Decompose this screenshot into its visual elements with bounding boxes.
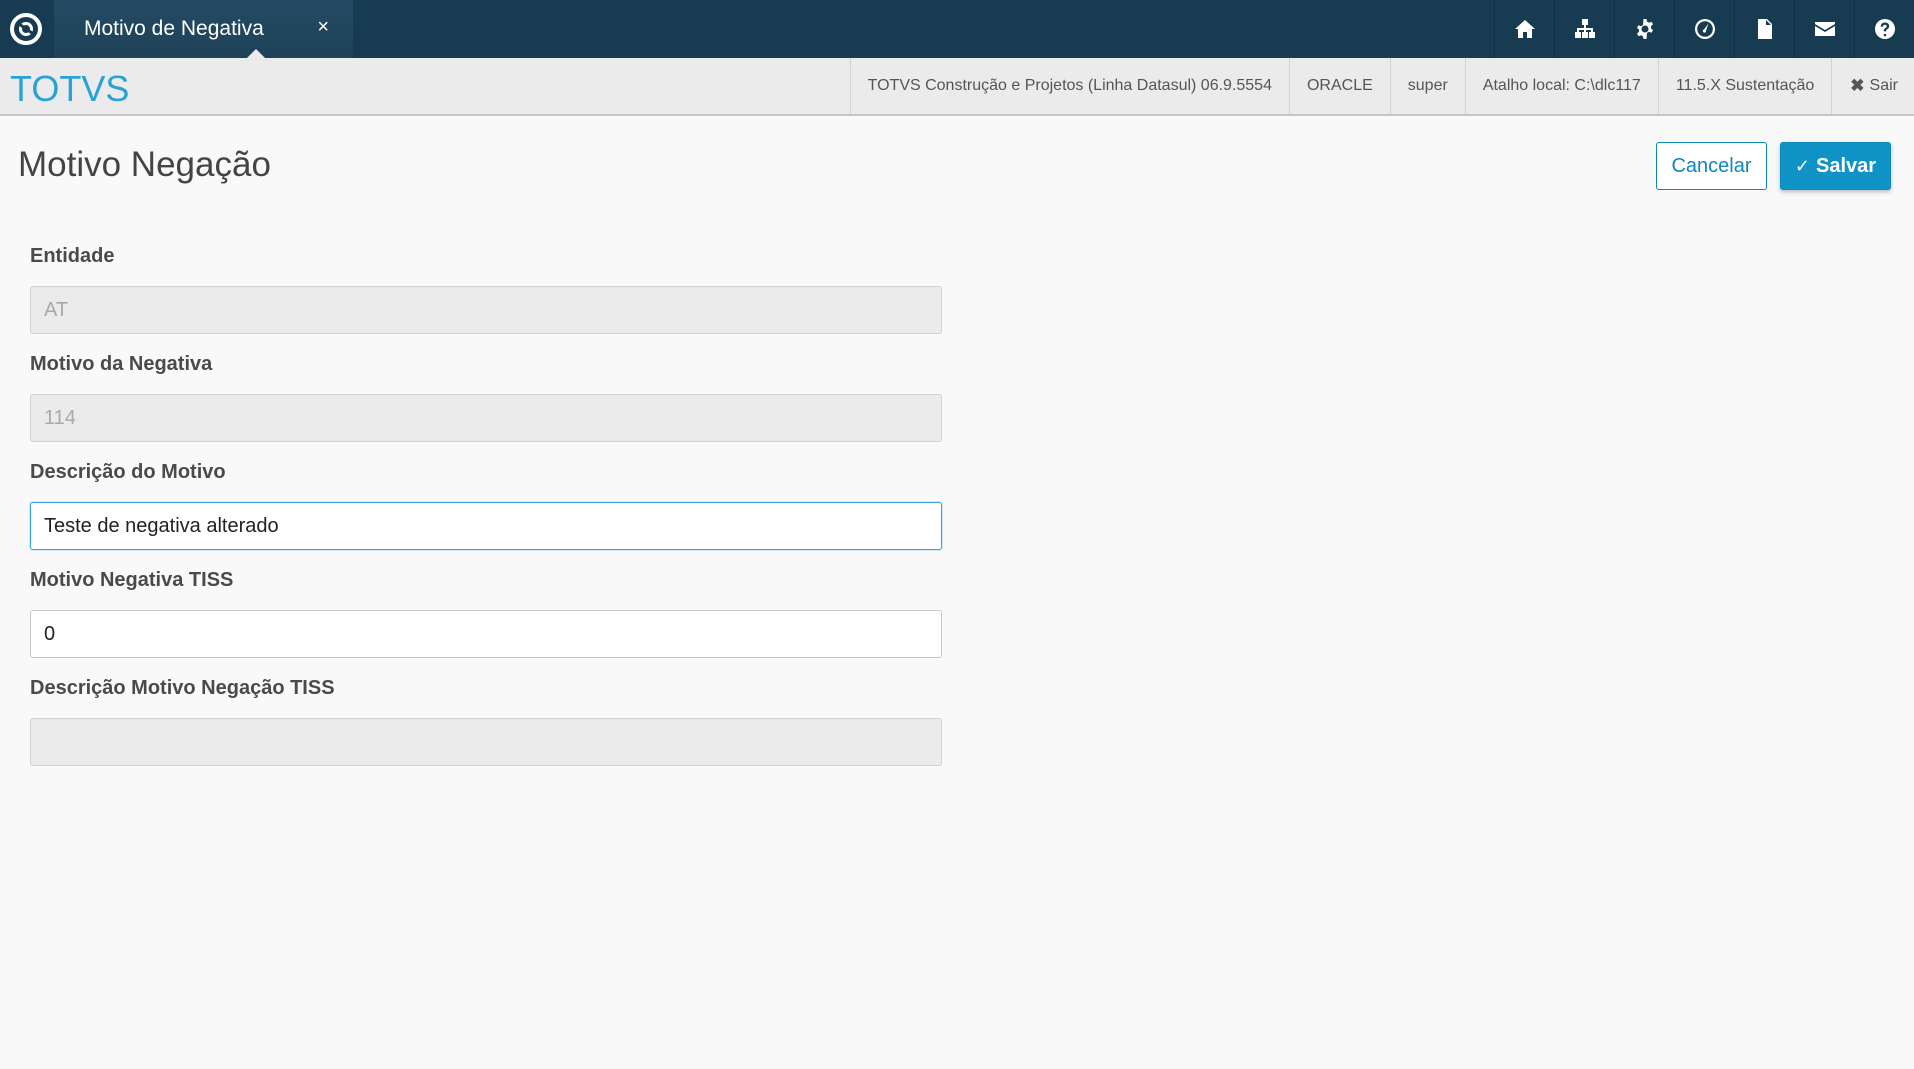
exit-label: Sair: [1869, 77, 1898, 94]
settings-button[interactable]: [1614, 0, 1674, 58]
motivo-negativa-label: Motivo da Negativa: [30, 353, 213, 375]
descricao-motivo-label: Descrição do Motivo: [30, 461, 226, 483]
totvs-logo-icon: [10, 13, 42, 45]
save-button[interactable]: ✓ Salvar: [1780, 142, 1891, 190]
user-info: super: [1389, 58, 1465, 114]
home-icon: [1514, 20, 1535, 38]
version-info: 11.5.X Sustentação: [1657, 58, 1831, 114]
sitemap-icon: [1574, 19, 1595, 38]
documents-button[interactable]: [1734, 0, 1794, 58]
page-title: Motivo Negação: [18, 145, 271, 184]
gear-icon: [1636, 19, 1653, 39]
check-icon: ✓: [1794, 155, 1811, 176]
tab-active-caret: [247, 49, 265, 58]
help-icon: [1874, 19, 1895, 39]
home-button[interactable]: [1494, 0, 1554, 58]
entidade-label: Entidade: [30, 245, 115, 267]
toolbar-icons: [1494, 0, 1914, 58]
descricao-motivo-field[interactable]: [30, 502, 942, 550]
motivo-negativa-tiss-field[interactable]: [30, 610, 942, 658]
speedometer-icon: [1694, 19, 1715, 39]
entidade-field: [30, 286, 942, 334]
info-bar: TOTVS TOTVS Construção e Projetos (Linha…: [0, 58, 1914, 116]
tab-motivo-de-negativa[interactable]: Motivo de Negativa ×: [54, 0, 353, 58]
session-info: TOTVS Construção e Projetos (Linha Datas…: [849, 58, 1914, 114]
motivo-negativa-field: [30, 394, 942, 442]
database-info: ORACLE: [1288, 58, 1390, 114]
totvs-logo-menu-button[interactable]: [0, 0, 52, 58]
exit-button[interactable]: ✖ Sair: [1831, 58, 1914, 114]
product-info: TOTVS Construção e Projetos (Linha Datas…: [849, 58, 1289, 114]
tab-label: Motivo de Negativa: [84, 17, 264, 40]
top-navigation-bar: Motivo de Negativa ×: [0, 0, 1914, 58]
messages-button[interactable]: [1794, 0, 1854, 58]
mail-icon: [1814, 22, 1835, 36]
dashboard-button[interactable]: [1674, 0, 1734, 58]
document-icon: [1757, 19, 1772, 39]
descricao-motivo-tiss-field: [30, 718, 942, 766]
cancel-button[interactable]: Cancelar: [1656, 142, 1767, 190]
help-button[interactable]: [1854, 0, 1914, 58]
motivo-negativa-tiss-label: Motivo Negativa TISS: [30, 569, 234, 591]
close-icon: ✖: [1850, 76, 1865, 95]
save-button-label: Salvar: [1816, 154, 1877, 177]
shortcut-info: Atalho local: C:\dlc117: [1464, 58, 1658, 114]
sitemap-button[interactable]: [1554, 0, 1614, 58]
tab-close-button[interactable]: ×: [317, 16, 329, 38]
brand-logo-text: TOTVS: [10, 68, 130, 109]
descricao-motivo-tiss-label: Descrição Motivo Negação TISS: [30, 677, 335, 699]
